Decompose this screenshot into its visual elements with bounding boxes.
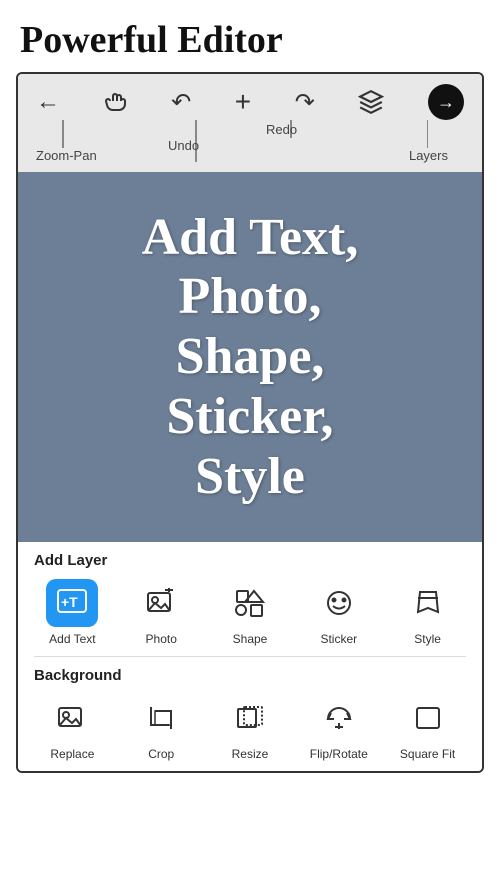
add-layer-section: Add Layer +T Add Text (18, 542, 482, 656)
toolbar: ← ↶ + ↷ (18, 74, 482, 172)
photo-tool[interactable]: Photo (117, 579, 206, 646)
layers-label: Layers (409, 148, 448, 163)
editor-frame: ← ↶ + ↷ (16, 72, 484, 773)
add-layer-title: Add Layer (18, 542, 482, 575)
sticker-label: Sticker (320, 632, 357, 646)
canvas-text: Add Text,Photo,Shape,Sticker,Style (122, 188, 379, 527)
shape-tool[interactable]: Shape (206, 579, 295, 646)
bottom-panel: Add Layer +T Add Text (18, 542, 482, 771)
crop-label: Crop (148, 747, 174, 761)
background-section: Background Replace (18, 657, 482, 771)
page-title: Powerful Editor (0, 0, 500, 72)
add-icon[interactable]: + (235, 86, 251, 118)
add-text-tool[interactable]: +T Add Text (28, 579, 117, 646)
style-label: Style (414, 632, 441, 646)
canvas-area: Add Text,Photo,Shape,Sticker,Style (18, 172, 482, 542)
back-arrow-icon[interactable]: ← (36, 88, 60, 116)
sticker-tool[interactable]: Sticker (294, 579, 383, 646)
flip-rotate-tool[interactable]: Flip/Rotate (294, 694, 383, 761)
add-text-label: Add Text (49, 632, 95, 646)
svg-text:+T: +T (61, 594, 78, 610)
undo-label: Undo (168, 138, 199, 153)
background-title: Background (18, 657, 482, 690)
shape-label: Shape (233, 632, 268, 646)
resize-tool[interactable]: Resize (206, 694, 295, 761)
resize-label: Resize (232, 747, 269, 761)
flip-rotate-label: Flip/Rotate (310, 747, 368, 761)
layers-icon[interactable] (358, 89, 384, 115)
square-fit-label: Square Fit (400, 747, 455, 761)
square-fit-tool[interactable]: Square Fit (383, 694, 472, 761)
undo-icon[interactable]: ↶ (171, 88, 191, 117)
redo-icon[interactable]: ↷ (295, 88, 315, 117)
replace-label: Replace (50, 747, 94, 761)
photo-label: Photo (146, 632, 177, 646)
zoom-pan-label: Zoom-Pan (36, 148, 97, 163)
redo-label: Redo (266, 122, 297, 137)
style-tool[interactable]: Style (383, 579, 472, 646)
replace-tool[interactable]: Replace (28, 694, 117, 761)
crop-tool[interactable]: Crop (117, 694, 206, 761)
zoom-pan-icon[interactable] (104, 90, 128, 114)
next-icon[interactable]: → (428, 84, 464, 120)
